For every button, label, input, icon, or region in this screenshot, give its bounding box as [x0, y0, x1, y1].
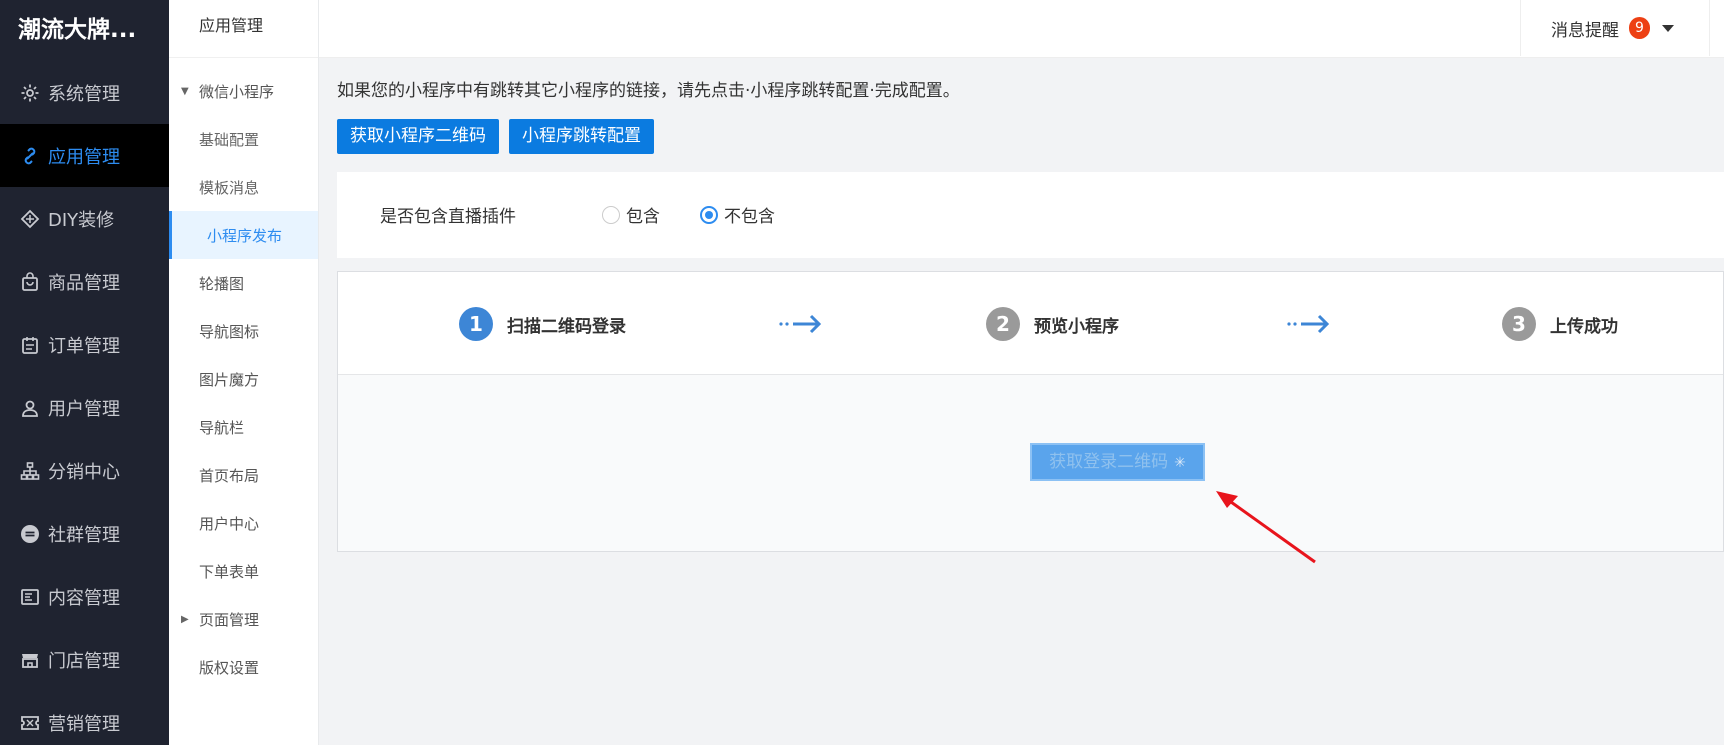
upload-steps-panel: 1 扫描二维码登录 2 预览小程序 3 上传成功 获取登录二维码 ✳: [337, 271, 1724, 552]
radio-exclude[interactable]: 不包含: [700, 202, 775, 227]
subnav-group-wechat-miniprogram[interactable]: ▼ 微信小程序: [169, 67, 318, 115]
calendar-icon: [18, 333, 42, 357]
radio-circle-selected[interactable]: [700, 205, 718, 224]
subnav-item-label: 导航栏: [199, 418, 245, 437]
nav-item-system[interactable]: 系统管理: [0, 61, 169, 124]
subnav-item-navbar[interactable]: 导航栏: [169, 403, 318, 451]
radio-exclude-label: 不包含: [724, 207, 775, 227]
subnav-item-image-cube[interactable]: 图片魔方: [169, 355, 318, 403]
subnav-item-home-layout[interactable]: 首页布局: [169, 451, 318, 499]
subnav-title: 应用管理: [169, 0, 318, 58]
subnav-item-order-form[interactable]: 下单表单: [169, 547, 318, 595]
subnav-item-label: 基础配置: [199, 130, 260, 149]
subnav-group-page-management[interactable]: ▶ 页面管理: [169, 595, 318, 643]
get-login-qrcode-label: 获取登录二维码: [1049, 452, 1169, 472]
sub-sidebar: 应用管理 ▼ 微信小程序 基础配置 模板消息 小程序发布 轮播图 导航图标 图片…: [169, 0, 319, 745]
nav-item-label: 分销中心: [48, 461, 120, 483]
message-reminder[interactable]: 消息提醒 9: [1520, 0, 1710, 56]
caret-right-icon: ▶: [181, 613, 189, 625]
radio-include[interactable]: 包含: [602, 202, 660, 227]
bag-icon: [18, 270, 42, 294]
subnav-item-label: 首页布局: [199, 466, 260, 485]
step-label: 扫描二维码登录: [507, 316, 626, 337]
subnav-item-basic-config[interactable]: 基础配置: [169, 115, 318, 163]
nav-item-distribution[interactable]: 分销中心: [0, 439, 169, 502]
gear-icon: [18, 81, 42, 105]
subnav-item-copyright[interactable]: 版权设置: [169, 643, 318, 691]
main-sidebar: 潮流大牌... 系统管理 应用管理 DIY装修 商品管理 订单管理 用户管理 分…: [0, 0, 169, 745]
nav-item-diy[interactable]: DIY装修: [0, 187, 169, 250]
subnav-item-nav-icons[interactable]: 导航图标: [169, 307, 318, 355]
nav-item-label: 社群管理: [48, 524, 120, 546]
subnav-item-label: 页面管理: [199, 610, 260, 629]
nav-item-users[interactable]: 用户管理: [0, 376, 169, 439]
step-number: 3: [1502, 307, 1536, 341]
get-login-qrcode-button[interactable]: 获取登录二维码 ✳: [1030, 443, 1205, 481]
subnav-item-label: 用户中心: [199, 514, 260, 533]
miniprogram-jump-config-button[interactable]: 小程序跳转配置: [509, 119, 654, 154]
subnav-item-label: 小程序发布: [207, 226, 283, 245]
nav-item-store[interactable]: 门店管理: [0, 628, 169, 691]
dotted-arrow-icon: [1287, 314, 1330, 334]
subnav-item-label: 导航图标: [199, 322, 260, 341]
step-upload-success: 3 上传成功: [1502, 307, 1618, 341]
caret-down-icon: ▼: [181, 85, 189, 97]
diamond-icon: [18, 207, 42, 231]
subnav-item-label: 模板消息: [199, 178, 260, 197]
subnav-item-carousel[interactable]: 轮播图: [169, 259, 318, 307]
nav-item-label: 订单管理: [48, 335, 120, 357]
nav-item-marketing[interactable]: 营销管理: [0, 691, 169, 745]
subnav-item-label: 下单表单: [199, 562, 260, 581]
radio-circle[interactable]: [602, 205, 620, 224]
subnav-item-template-message[interactable]: 模板消息: [169, 163, 318, 211]
step-label: 上传成功: [1550, 316, 1618, 337]
steps-bar: 1 扫描二维码登录 2 预览小程序 3 上传成功: [338, 272, 1723, 375]
loading-spinner-icon: ✳: [1174, 455, 1186, 471]
nav-item-apps[interactable]: 应用管理: [0, 124, 169, 187]
top-bar: 消息提醒 9: [319, 0, 1724, 58]
nav-item-label: 门店管理: [48, 650, 120, 672]
caret-down-icon[interactable]: [1662, 24, 1674, 32]
nav-item-label: 应用管理: [48, 146, 120, 168]
get-miniprogram-qrcode-button[interactable]: 获取小程序二维码: [337, 119, 499, 154]
subnav-item-label: 轮播图: [199, 274, 245, 293]
nav-item-orders[interactable]: 订单管理: [0, 313, 169, 376]
nav-item-label: 商品管理: [48, 272, 120, 294]
user-icon: [18, 396, 42, 420]
live-plugin-panel: 是否包含直播插件 包含 不包含: [337, 172, 1724, 258]
subnav-item-label: 微信小程序: [199, 82, 275, 101]
nav-item-content[interactable]: 内容管理: [0, 565, 169, 628]
link-icon: [18, 144, 42, 168]
step-label: 预览小程序: [1034, 316, 1119, 337]
config-notice: 如果您的小程序中有跳转其它小程序的链接，请先点击·小程序跳转配置·完成配置。: [337, 81, 960, 101]
document-icon: [18, 585, 42, 609]
message-reminder-label: 消息提醒: [1551, 20, 1619, 41]
step-scan-login: 1 扫描二维码登录: [459, 307, 626, 341]
dotted-arrow-icon: [779, 314, 822, 334]
step-number: 1: [459, 307, 493, 341]
step-number: 2: [986, 307, 1020, 341]
nav-item-label: 用户管理: [48, 398, 120, 420]
subnav-item-user-center[interactable]: 用户中心: [169, 499, 318, 547]
nav-item-label: DIY装修: [48, 209, 115, 231]
subnav-item-label: 版权设置: [199, 658, 260, 677]
minus-circle-icon: [18, 522, 42, 546]
store-icon: [18, 648, 42, 672]
ticket-icon: [18, 711, 42, 735]
nav-item-label: 营销管理: [48, 713, 120, 735]
nav-item-community[interactable]: 社群管理: [0, 502, 169, 565]
nav-item-label: 系统管理: [48, 83, 120, 105]
radio-include-label: 包含: [626, 207, 660, 227]
message-count-badge: 9: [1629, 17, 1650, 39]
subnav-item-label: 图片魔方: [199, 370, 260, 389]
step-preview: 2 预览小程序: [986, 307, 1119, 341]
live-plugin-label: 是否包含直播插件: [380, 207, 516, 227]
brand-title: 潮流大牌...: [0, 0, 169, 61]
sitemap-icon: [18, 459, 42, 483]
nav-item-goods[interactable]: 商品管理: [0, 250, 169, 313]
subnav-item-miniprogram-publish[interactable]: 小程序发布: [169, 211, 318, 259]
nav-item-label: 内容管理: [48, 587, 120, 609]
main-content: 如果您的小程序中有跳转其它小程序的链接，请先点击·小程序跳转配置·完成配置。 获…: [319, 58, 1724, 745]
